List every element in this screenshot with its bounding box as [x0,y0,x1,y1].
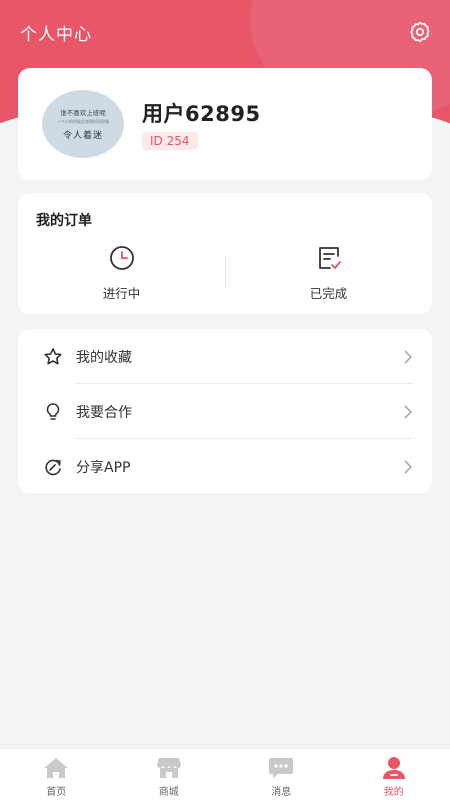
avatar[interactable]: 谁不喜欢上班呢 一个人的时候总觉得时间很慢 令人着迷 [42,90,124,158]
username: 用户62895 [142,102,261,126]
menu-item-share-app[interactable]: 分享APP [18,440,432,494]
tab-home-label: 首页 [46,787,67,798]
shop-icon [156,758,181,778]
avatar-text-line3: 令人着迷 [62,131,103,141]
order-completed[interactable]: 已完成 [225,243,432,303]
tab-messages[interactable]: 消息 [225,749,338,800]
star-icon [44,348,62,365]
chevron-right-icon [404,405,412,419]
tab-mine-label: 我的 [383,787,404,798]
menu-divider [76,438,414,439]
avatar-text-line1: 谁不喜欢上班呢 [60,109,106,117]
order-in-progress[interactable]: 进行中 [18,243,225,303]
bottom-tab-bar: 首页 商城 消息 我的 [0,748,450,800]
menu-item-favorites[interactable]: 我的收藏 [18,330,432,384]
tab-shop[interactable]: 商城 [113,749,226,800]
menu-divider [76,383,414,384]
order-completed-label: 已完成 [309,286,348,301]
tab-home[interactable]: 首页 [0,749,113,800]
chevron-right-icon [404,460,412,474]
chevron-right-icon [404,350,412,364]
order-in-progress-label: 进行中 [102,286,141,301]
gear-icon [410,21,430,43]
user-id-badge: ID 254 [142,132,198,150]
menu-item-cooperation[interactable]: 我要合作 [18,385,432,439]
share-icon [45,459,61,476]
message-icon [269,758,294,778]
tab-mine[interactable]: 我的 [338,749,450,800]
lightbulb-icon [46,403,60,420]
user-icon [382,757,405,779]
tab-shop-label: 商城 [158,787,179,798]
page-title: 个人中心 [20,25,92,45]
checklist-icon [318,247,341,269]
settings-button[interactable] [406,18,434,46]
orders-card: 我的订单 进行中 已完成 [18,193,432,314]
menu-item-cooperation-label: 我要合作 [76,405,132,421]
menu-card: 我的收藏 我要合作 分享APP [18,329,432,493]
avatar-text-line2: 一个人的时候总觉得时间很慢 [57,119,109,124]
profile-card: 谁不喜欢上班呢 一个人的时候总觉得时间很慢 令人着迷 用户62895 ID 25… [18,68,432,180]
clock-icon [109,246,134,270]
tab-messages-label: 消息 [271,787,292,798]
menu-item-share-app-label: 分享APP [76,460,131,476]
orders-title: 我的订单 [36,213,92,229]
menu-item-favorites-label: 我的收藏 [76,350,132,366]
home-icon [44,758,69,778]
